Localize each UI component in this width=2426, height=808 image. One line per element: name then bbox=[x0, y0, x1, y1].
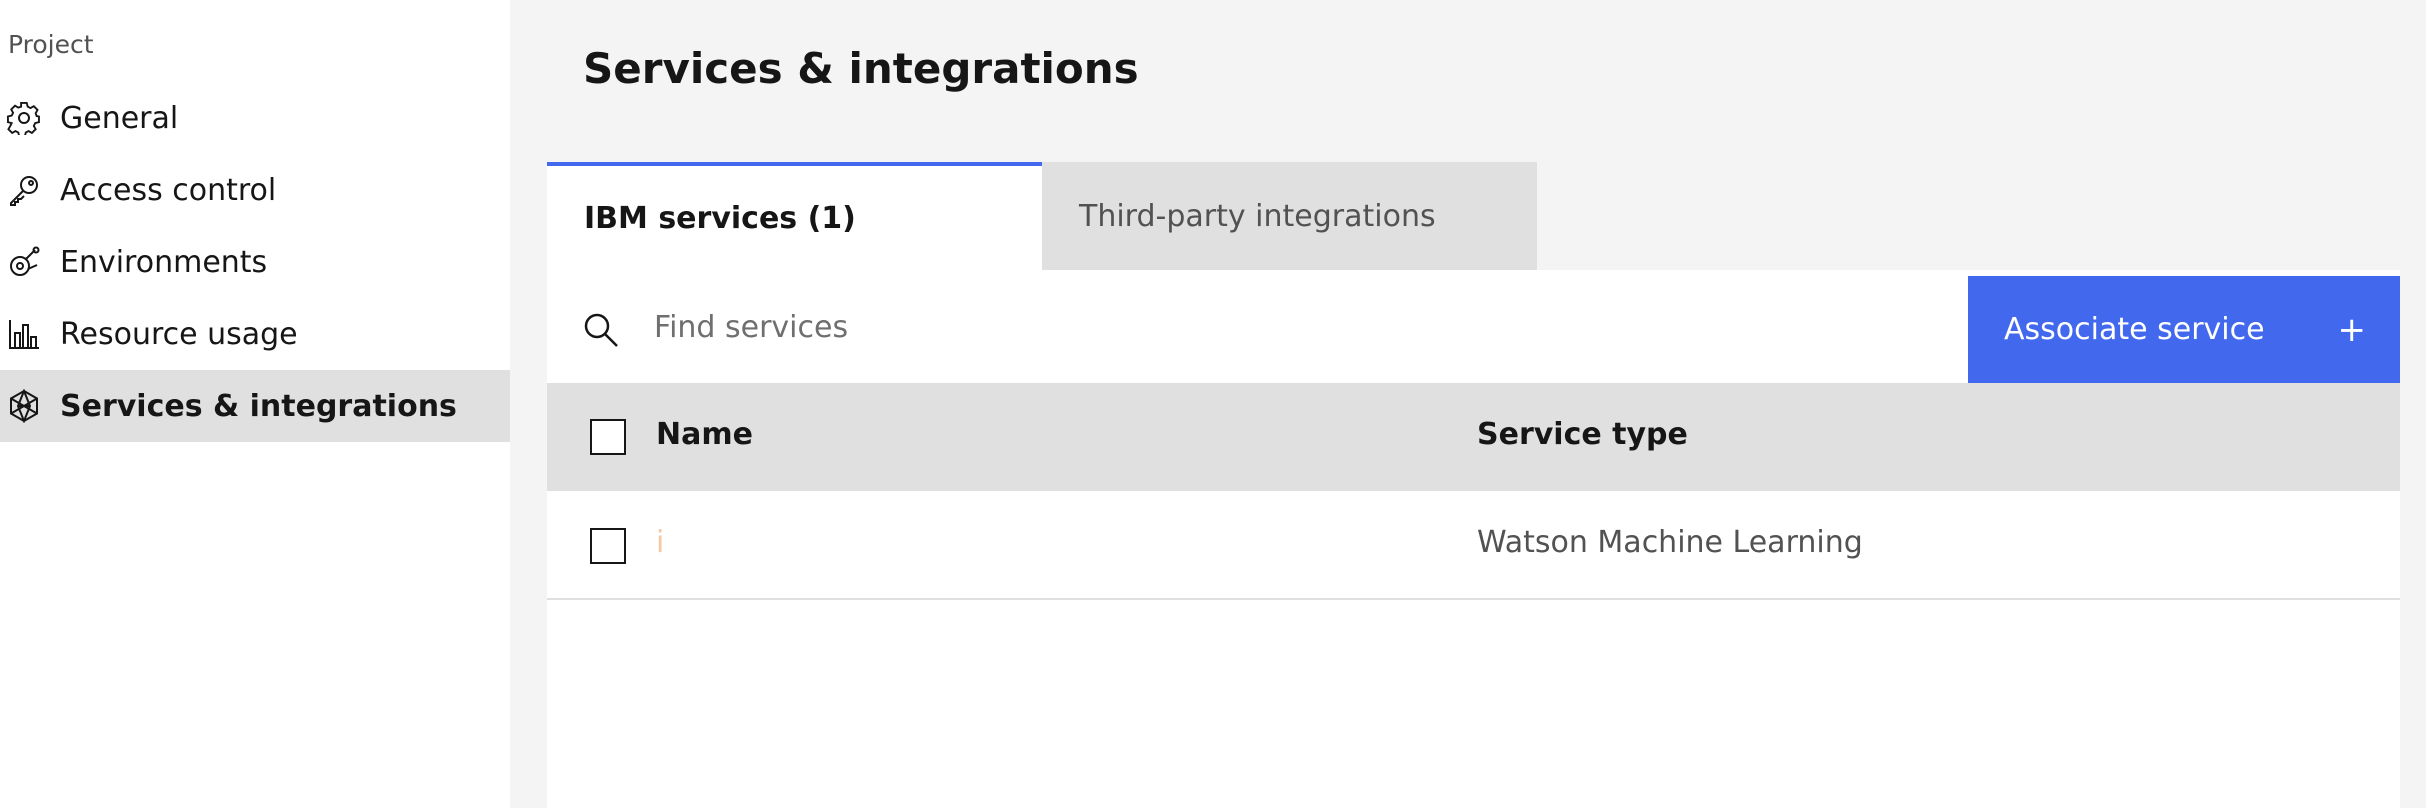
integrations-icon bbox=[7, 389, 41, 423]
sidebar-item-general[interactable]: General bbox=[0, 82, 510, 154]
table-toolbar: Associate service + bbox=[547, 270, 2400, 383]
search-input[interactable] bbox=[654, 297, 1834, 357]
table-header: Name Service type bbox=[547, 383, 2400, 491]
sidebar-heading: Project bbox=[8, 30, 94, 59]
associate-service-button[interactable]: Associate service + bbox=[1968, 276, 2400, 383]
table-row: i Watson Machine Learning bbox=[547, 491, 2400, 600]
sidebar-item-resource-usage[interactable]: Resource usage bbox=[0, 298, 510, 370]
associate-service-label: Associate service bbox=[2004, 312, 2265, 347]
row-checkbox[interactable] bbox=[590, 528, 626, 564]
select-all-checkbox[interactable] bbox=[590, 419, 626, 455]
sidebar-item-label: General bbox=[60, 100, 179, 136]
tab-ibm-services[interactable]: IBM services (1) bbox=[547, 162, 1042, 270]
gear-icon bbox=[7, 101, 41, 135]
main-content: Services & integrations IBM services (1)… bbox=[510, 0, 2426, 808]
services-table: Name Service type i Watson Machine Learn… bbox=[547, 383, 2400, 808]
sidebar-item-label: Access control bbox=[60, 172, 277, 208]
sidebar-item-label: Environments bbox=[60, 244, 268, 280]
column-header-name[interactable]: Name bbox=[656, 417, 753, 452]
plus-icon: + bbox=[2337, 309, 2367, 350]
bar-chart-icon bbox=[7, 317, 41, 351]
search-icon bbox=[581, 310, 621, 350]
sidebar: Project General Access control Environme… bbox=[0, 0, 510, 808]
key-icon bbox=[7, 173, 41, 207]
environment-icon bbox=[7, 245, 41, 279]
sidebar-item-access-control[interactable]: Access control bbox=[0, 154, 510, 226]
sidebar-item-services-integrations[interactable]: Services & integrations bbox=[0, 370, 510, 442]
tab-third-party-integrations[interactable]: Third-party integrations bbox=[1042, 162, 1537, 270]
page-title: Services & integrations bbox=[583, 44, 1139, 93]
service-name-link[interactable]: i bbox=[656, 525, 664, 560]
sidebar-item-label: Services & integrations bbox=[60, 388, 457, 424]
column-header-service-type[interactable]: Service type bbox=[1477, 417, 1688, 452]
sidebar-item-environments[interactable]: Environments bbox=[0, 226, 510, 298]
sidebar-item-label: Resource usage bbox=[60, 316, 298, 352]
service-type-cell: Watson Machine Learning bbox=[1477, 525, 1863, 560]
